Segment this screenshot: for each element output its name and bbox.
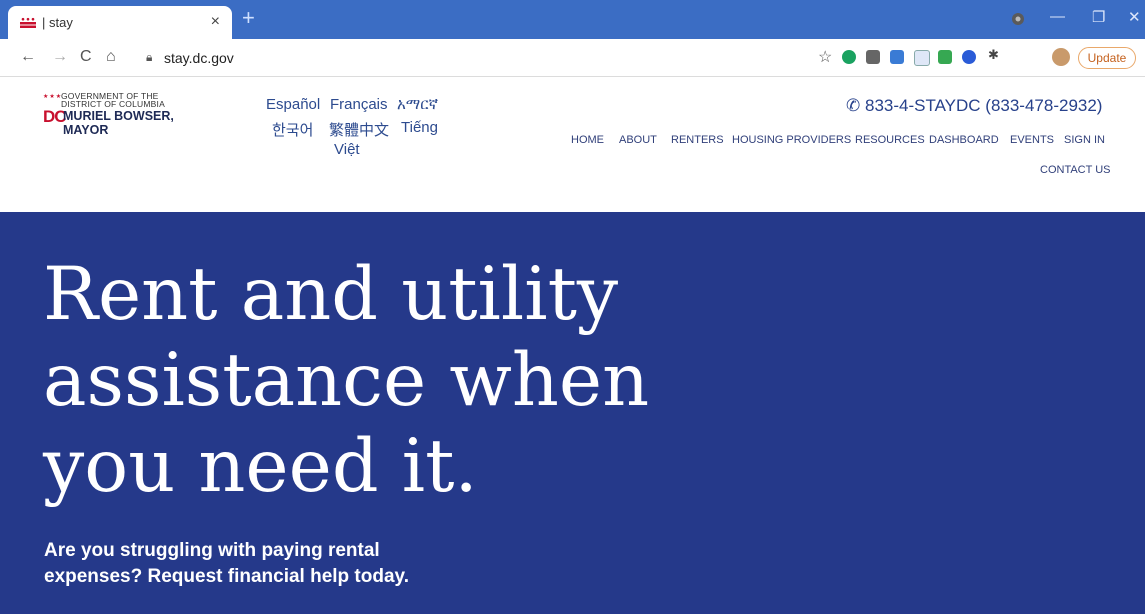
- tab-title: | stay: [42, 15, 73, 30]
- close-window-button[interactable]: ✕: [1128, 8, 1141, 26]
- update-button[interactable]: Update: [1078, 47, 1136, 69]
- extension-icon[interactable]: [890, 50, 904, 64]
- dc-flag-icon: [20, 17, 36, 28]
- extension-icon[interactable]: [866, 50, 880, 64]
- reader-extension-icon[interactable]: [914, 50, 930, 66]
- hero-title: Rent and utility assistance when you nee…: [43, 252, 803, 510]
- browser-tab-bar: | stay × + — ❐ ✕: [0, 0, 1145, 39]
- logo-mayor: MURIEL BOWSER, MAYOR: [63, 109, 174, 137]
- nav-renters[interactable]: RENTERS: [671, 134, 724, 146]
- nav-about[interactable]: ABOUT: [619, 134, 657, 146]
- url-text[interactable]: stay.dc.gov: [164, 50, 234, 66]
- hero-subtitle-line: expenses? Request financial help today.: [44, 566, 409, 587]
- nav-events[interactable]: EVENTS: [1010, 134, 1054, 146]
- back-button[interactable]: ←: [20, 48, 36, 66]
- language-link-espanol[interactable]: Español: [266, 96, 320, 113]
- nav-dashboard[interactable]: DASHBOARD: [929, 134, 999, 146]
- language-link-amharic[interactable]: አማርኛ: [397, 96, 438, 113]
- extension-icon[interactable]: [962, 50, 976, 64]
- hero-subtitle: Are you struggling with paying rental ex…: [44, 538, 504, 590]
- hero-title-line: assistance when: [43, 338, 650, 423]
- bookmark-star-icon[interactable]: ☆: [818, 47, 832, 67]
- hero-title-line: Rent and utility: [43, 252, 619, 337]
- tab-close-icon[interactable]: ×: [211, 13, 220, 31]
- dc-stars-icon: ★★★: [43, 94, 63, 100]
- nav-resources[interactable]: RESOURCES: [855, 134, 925, 146]
- profile-dot-icon[interactable]: [1011, 12, 1025, 26]
- grammarly-extension-icon[interactable]: [842, 50, 856, 64]
- nav-contact-us[interactable]: CONTACT US: [1040, 164, 1111, 176]
- language-link-vietnamese[interactable]: Tiếng: [401, 119, 438, 136]
- home-button[interactable]: ⌂: [106, 48, 116, 66]
- browser-tab[interactable]: | stay ×: [8, 6, 232, 39]
- nav-home[interactable]: HOME: [571, 134, 604, 146]
- extension-icon[interactable]: [938, 50, 952, 64]
- address-bar[interactable]: 🔒︎ stay.dc.gov: [134, 44, 734, 72]
- puzzle-extensions-icon[interactable]: ✱: [988, 47, 1002, 62]
- forward-button[interactable]: →: [52, 48, 68, 66]
- hero-section: Rent and utility assistance when you nee…: [0, 212, 1145, 614]
- hero-subtitle-line: Are you struggling with paying rental: [44, 540, 380, 561]
- dc-government-logo[interactable]: ★★★ GOVERNMENT OF THE DISTRICT OF COLUMB…: [43, 91, 213, 137]
- lock-icon: 🔒︎: [146, 50, 153, 64]
- site-header: ★★★ GOVERNMENT OF THE DISTRICT OF COLUMB…: [0, 77, 1145, 212]
- nav-housing-providers[interactable]: HOUSING PROVIDERS: [732, 134, 851, 146]
- language-link-chinese[interactable]: 繁體中文: [329, 119, 389, 140]
- new-tab-button[interactable]: +: [242, 7, 255, 29]
- logo-line-2: DISTRICT OF COLUMBIA: [61, 99, 165, 109]
- maximize-button[interactable]: ❐: [1092, 8, 1105, 26]
- language-link-francais[interactable]: Français: [330, 96, 388, 113]
- minimize-button[interactable]: —: [1050, 8, 1065, 25]
- nav-sign-in[interactable]: SIGN IN: [1064, 134, 1105, 146]
- language-link-vietnamese-cont[interactable]: Việt: [334, 141, 360, 158]
- language-link-korean[interactable]: 한국어: [272, 119, 313, 140]
- reload-button[interactable]: C: [80, 48, 92, 66]
- browser-toolbar: ← → C ⌂ 🔒︎ stay.dc.gov ☆ ✱ Update: [0, 39, 1145, 77]
- avatar[interactable]: [1052, 48, 1070, 66]
- phone-number[interactable]: ✆ 833-4-STAYDC (833-478-2932): [846, 96, 1102, 116]
- phone-icon: ✆: [846, 96, 861, 115]
- phone-text: 833-4-STAYDC (833-478-2932): [864, 96, 1103, 115]
- hero-title-line: you need it.: [43, 424, 478, 509]
